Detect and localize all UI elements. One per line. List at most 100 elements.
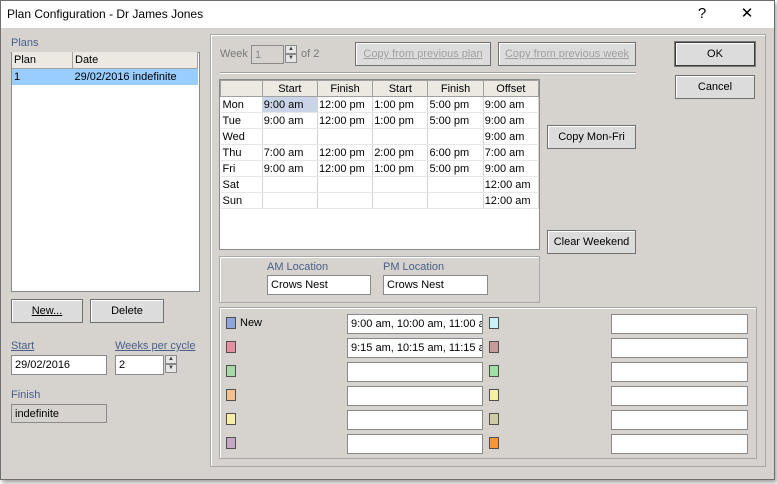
- appointment-color-swatch[interactable]: [489, 341, 499, 353]
- schedule-cell[interactable]: 2:00 pm: [372, 144, 429, 161]
- appointment-color-swatch[interactable]: [489, 437, 499, 449]
- table-row[interactable]: 1 29/02/2016 indefinite: [12, 68, 198, 85]
- plan-configuration-dialog: Plan Configuration - Dr James Jones ? ✕ …: [0, 0, 775, 480]
- am-location-field[interactable]: Crows Nest: [267, 275, 371, 295]
- plans-col-date[interactable]: Date: [72, 52, 198, 69]
- pm-location-field[interactable]: Crows Nest: [383, 275, 488, 295]
- appointment-times-field[interactable]: [611, 434, 748, 454]
- schedule-cell[interactable]: [372, 176, 429, 193]
- day-label: Thu: [220, 144, 263, 161]
- appointment-color-swatch[interactable]: [226, 437, 236, 449]
- schedule-cell[interactable]: [262, 192, 318, 209]
- weeks-per-cycle-label: Weeks per cycle: [115, 340, 196, 352]
- schedule-cell[interactable]: 7:00 am: [483, 144, 540, 161]
- plans-list[interactable]: [11, 52, 200, 292]
- schedule-row: Sat 12:00 am: [220, 176, 540, 193]
- ok-button[interactable]: OK: [674, 41, 756, 67]
- start-label: Start: [11, 340, 35, 352]
- day-label: Tue: [220, 112, 263, 129]
- schedule-cell[interactable]: 5:00 pm: [427, 96, 484, 113]
- schedule-cell[interactable]: [317, 176, 374, 193]
- appointment-times-field[interactable]: [347, 410, 483, 430]
- cancel-button[interactable]: Cancel: [675, 75, 755, 99]
- appointment-times-field[interactable]: 9:15 am, 10:15 am, 11:15 am: [347, 338, 483, 358]
- schedule-cell[interactable]: 12:00 pm: [317, 160, 374, 177]
- new-plan-button[interactable]: New...: [11, 299, 83, 323]
- schedule-cell[interactable]: 9:00 am: [483, 112, 540, 129]
- appointment-type-label: New: [240, 317, 263, 329]
- schedule-cell[interactable]: 9:00 am: [483, 160, 540, 177]
- copy-mon-fri-button[interactable]: Copy Mon-Fri: [547, 125, 636, 149]
- schedule-cell[interactable]: 9:00 am: [262, 160, 318, 177]
- schedule-cell[interactable]: 5:00 pm: [427, 112, 484, 129]
- appointment-color-swatch[interactable]: [226, 413, 236, 425]
- close-button[interactable]: ✕: [727, 3, 767, 25]
- plans-table: Plan Date 1 29/02/2016 indefinite: [12, 52, 198, 85]
- delete-plan-button[interactable]: Delete: [90, 299, 164, 323]
- schedule-cell[interactable]: 6:00 pm: [427, 144, 484, 161]
- copy-from-previous-plan-button[interactable]: Copy from previous plan: [355, 42, 491, 66]
- schedule-row: Thu 7:00 am 12:00 pm 2:00 pm 6:00 pm 7:0…: [220, 144, 540, 161]
- schedule-cell[interactable]: 9:00 am: [262, 96, 318, 113]
- schedule-header-corner: [220, 80, 263, 97]
- schedule-cell[interactable]: 9:00 am: [483, 128, 540, 145]
- appointment-color-swatch[interactable]: [489, 413, 499, 425]
- week-of-text: of 2: [301, 48, 320, 60]
- appointment-color-swatch[interactable]: [489, 365, 499, 377]
- schedule-cell[interactable]: 12:00 pm: [317, 112, 374, 129]
- weeks-per-cycle-field[interactable]: 2: [115, 355, 164, 375]
- schedule-cell[interactable]: 12:00 am: [483, 176, 540, 193]
- spin-down-icon[interactable]: ▼: [165, 364, 177, 373]
- spin-up-icon[interactable]: ▲: [285, 45, 297, 54]
- start-date-field[interactable]: 29/02/2016: [11, 355, 107, 375]
- schedule-cell[interactable]: 1:00 pm: [372, 112, 429, 129]
- schedule-cell[interactable]: 12:00 am: [483, 192, 540, 209]
- schedule-cell[interactable]: [372, 192, 429, 209]
- appointment-color-swatch[interactable]: [226, 365, 236, 377]
- appointment-color-swatch[interactable]: [226, 389, 236, 401]
- schedule-cell[interactable]: 7:00 am: [262, 144, 318, 161]
- appointment-times-field[interactable]: [611, 410, 748, 430]
- schedule-cell[interactable]: [427, 176, 484, 193]
- appointment-times-field[interactable]: [611, 386, 748, 406]
- week-number-field[interactable]: 1: [251, 45, 284, 64]
- schedule-cell[interactable]: 12:00 pm: [317, 96, 374, 113]
- schedule-cell[interactable]: 1:00 pm: [372, 160, 429, 177]
- appointment-times-field[interactable]: [611, 314, 748, 334]
- schedule-cell[interactable]: 9:00 am: [483, 96, 540, 113]
- day-label: Sun: [220, 192, 263, 209]
- weeks-per-cycle-spinner[interactable]: ▲ ▼: [165, 355, 177, 374]
- plans-col-plan[interactable]: Plan: [12, 52, 73, 69]
- schedule-cell[interactable]: 9:00 am: [262, 112, 318, 129]
- schedule-cell[interactable]: [262, 128, 318, 145]
- schedule-cell[interactable]: [262, 176, 318, 193]
- clear-weekend-button[interactable]: Clear Weekend: [547, 230, 636, 254]
- appointment-times-field[interactable]: [347, 434, 483, 454]
- schedule-cell[interactable]: [427, 128, 484, 145]
- appointment-times-field[interactable]: [611, 362, 748, 382]
- schedule-cell[interactable]: 12:00 pm: [317, 144, 374, 161]
- schedule-cell[interactable]: 1:00 pm: [372, 96, 429, 113]
- help-button[interactable]: ?: [682, 3, 722, 25]
- schedule-row: Mon 9:00 am 12:00 pm 1:00 pm 5:00 pm 9:0…: [220, 96, 540, 113]
- spin-down-icon[interactable]: ▼: [285, 54, 297, 63]
- schedule-header-am-start: Start: [261, 80, 318, 97]
- appointment-times-field[interactable]: 9:00 am, 10:00 am, 11:00 am: [347, 314, 483, 334]
- schedule-cell[interactable]: [427, 192, 484, 209]
- appointment-times-field[interactable]: [347, 362, 483, 382]
- schedule-cell[interactable]: 5:00 pm: [427, 160, 484, 177]
- schedule-cell[interactable]: [317, 128, 374, 145]
- week-spinner[interactable]: ▲ ▼: [285, 45, 297, 64]
- appointment-color-swatch[interactable]: [226, 317, 236, 329]
- schedule-cell[interactable]: [317, 192, 374, 209]
- copy-from-previous-week-button[interactable]: Copy from previous week: [498, 42, 636, 66]
- appointment-color-swatch[interactable]: [226, 341, 236, 353]
- spin-up-icon[interactable]: ▲: [165, 355, 177, 364]
- schedule-cell[interactable]: [372, 128, 429, 145]
- schedule-row: Fri 9:00 am 12:00 pm 1:00 pm 5:00 pm 9:0…: [220, 160, 540, 177]
- appointment-color-swatch[interactable]: [489, 389, 499, 401]
- appointment-times-field[interactable]: [611, 338, 748, 358]
- plan-date: 29/02/2016 indefinite: [72, 68, 198, 85]
- appointment-times-field[interactable]: [347, 386, 483, 406]
- appointment-color-swatch[interactable]: [489, 317, 499, 329]
